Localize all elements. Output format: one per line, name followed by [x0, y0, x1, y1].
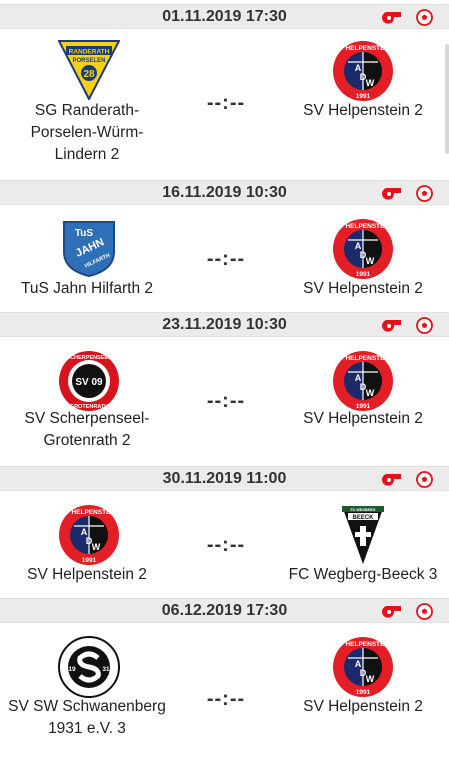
scrollbar[interactable]: [445, 44, 449, 154]
whistle-icon[interactable]: [382, 10, 402, 24]
away-team-logo: SV HELPENSTEIN A D W 1991: [333, 219, 393, 279]
logo-text: 28: [83, 69, 95, 80]
match-date-header: 01.11.2019 17:30: [0, 4, 449, 29]
logo-text: SV HELPENSTEIN: [335, 45, 391, 52]
match-score: --:--: [206, 92, 246, 114]
home-team-name[interactable]: SV Scherpenseel-Grotenrath 2: [8, 408, 166, 452]
away-team-name[interactable]: FC Wegberg-Beeck 3: [282, 564, 444, 586]
away-team-logo: SV HELPENSTEIN A D W 1991: [333, 41, 393, 101]
match-score: --:--: [206, 534, 246, 556]
logo-text: 19: [68, 666, 76, 673]
football-icon[interactable]: [416, 603, 433, 620]
logo-text: 1991: [356, 271, 371, 278]
logo-text: SV 09: [75, 377, 103, 388]
match-card[interactable]: 23.11.2019 10:30 SCHERPENSEEL SV 09 GROT…: [0, 312, 449, 466]
home-team-name[interactable]: SG Randerath-Porselen-Würm-Lindern 2: [8, 100, 166, 166]
match-score: --:--: [206, 688, 246, 710]
away-team-logo: SV HELPENSTEIN A D W 1991: [333, 351, 393, 411]
away-team-name[interactable]: SV Helpenstein 2: [282, 278, 444, 300]
logo-text: SV HELPENSTEIN: [335, 641, 391, 648]
whistle-icon[interactable]: [382, 186, 402, 200]
away-team-logo: FC WEGBERG BEECK: [342, 506, 384, 564]
logo-text: W: [366, 388, 375, 398]
football-icon[interactable]: [416, 185, 433, 202]
home-team-logo: TuS JAHN HILFARTH: [63, 221, 115, 278]
logo-text: W: [92, 542, 101, 552]
home-team-name[interactable]: TuS Jahn Hilfarth 2: [8, 278, 166, 300]
away-team-logo: SV HELPENSTEIN A D W 1991: [333, 637, 393, 697]
match-score: --:--: [206, 390, 246, 412]
logo-text: SV HELPENSTEIN: [335, 223, 391, 230]
logo-text: RANDERATH: [69, 49, 110, 56]
logo-text: SV HELPENSTEIN: [61, 509, 117, 516]
home-team-logo: 19 31: [58, 636, 120, 698]
match-date-header: 30.11.2019 11:00: [0, 466, 449, 491]
logo-text: SV HELPENSTEIN: [335, 355, 391, 362]
logo-text: 1991: [82, 557, 97, 564]
home-team-name[interactable]: SV Helpenstein 2: [8, 564, 166, 586]
logo-text: 1991: [356, 689, 371, 696]
home-team-logo: RANDERATH PORSELEN 28: [58, 40, 120, 100]
logo-text: FC WEGBERG: [351, 508, 376, 512]
logo-text: W: [366, 674, 375, 684]
logo-text: 31: [102, 666, 110, 673]
whistle-icon[interactable]: [382, 604, 402, 618]
logo-text: BEECK: [352, 515, 374, 521]
football-icon[interactable]: [416, 471, 433, 488]
home-team-logo: SV HELPENSTEIN A D W 1991: [59, 505, 119, 565]
match-date-header: 23.11.2019 10:30: [0, 312, 449, 337]
home-team-name[interactable]: SV SW Schwanenberg 1931 e.V. 3: [8, 696, 166, 740]
football-icon[interactable]: [416, 317, 433, 334]
away-team-name[interactable]: SV Helpenstein 2: [282, 408, 444, 430]
whistle-icon[interactable]: [382, 472, 402, 486]
away-team-name[interactable]: SV Helpenstein 2: [282, 100, 444, 122]
logo-text: W: [366, 256, 375, 266]
logo-text: TuS: [75, 228, 93, 239]
logo-text: W: [366, 78, 375, 88]
match-date-header: 16.11.2019 10:30: [0, 180, 449, 205]
away-team-name[interactable]: SV Helpenstein 2: [282, 696, 444, 718]
whistle-icon[interactable]: [382, 318, 402, 332]
match-score: --:--: [206, 248, 246, 270]
match-date-header: 06.12.2019 17:30: [0, 598, 449, 623]
match-card[interactable]: 01.11.2019 17:30 RANDERATH PORSELEN 28 S…: [0, 0, 449, 180]
logo-text: PORSELEN: [72, 58, 105, 64]
home-team-logo: SCHERPENSEEL SV 09 GROTENRATH: [59, 351, 119, 411]
match-card[interactable]: 06.12.2019 17:30 19 31 SV SW Schwanenber…: [0, 598, 449, 768]
match-card[interactable]: 30.11.2019 11:00 SV HELPENSTEIN A D W 19…: [0, 466, 449, 600]
logo-text: 1991: [356, 93, 371, 100]
logo-text: SCHERPENSEEL: [67, 355, 113, 361]
match-card[interactable]: 16.11.2019 10:30 TuS JAHN HILFARTH TuS J…: [0, 180, 449, 314]
football-icon[interactable]: [416, 9, 433, 26]
